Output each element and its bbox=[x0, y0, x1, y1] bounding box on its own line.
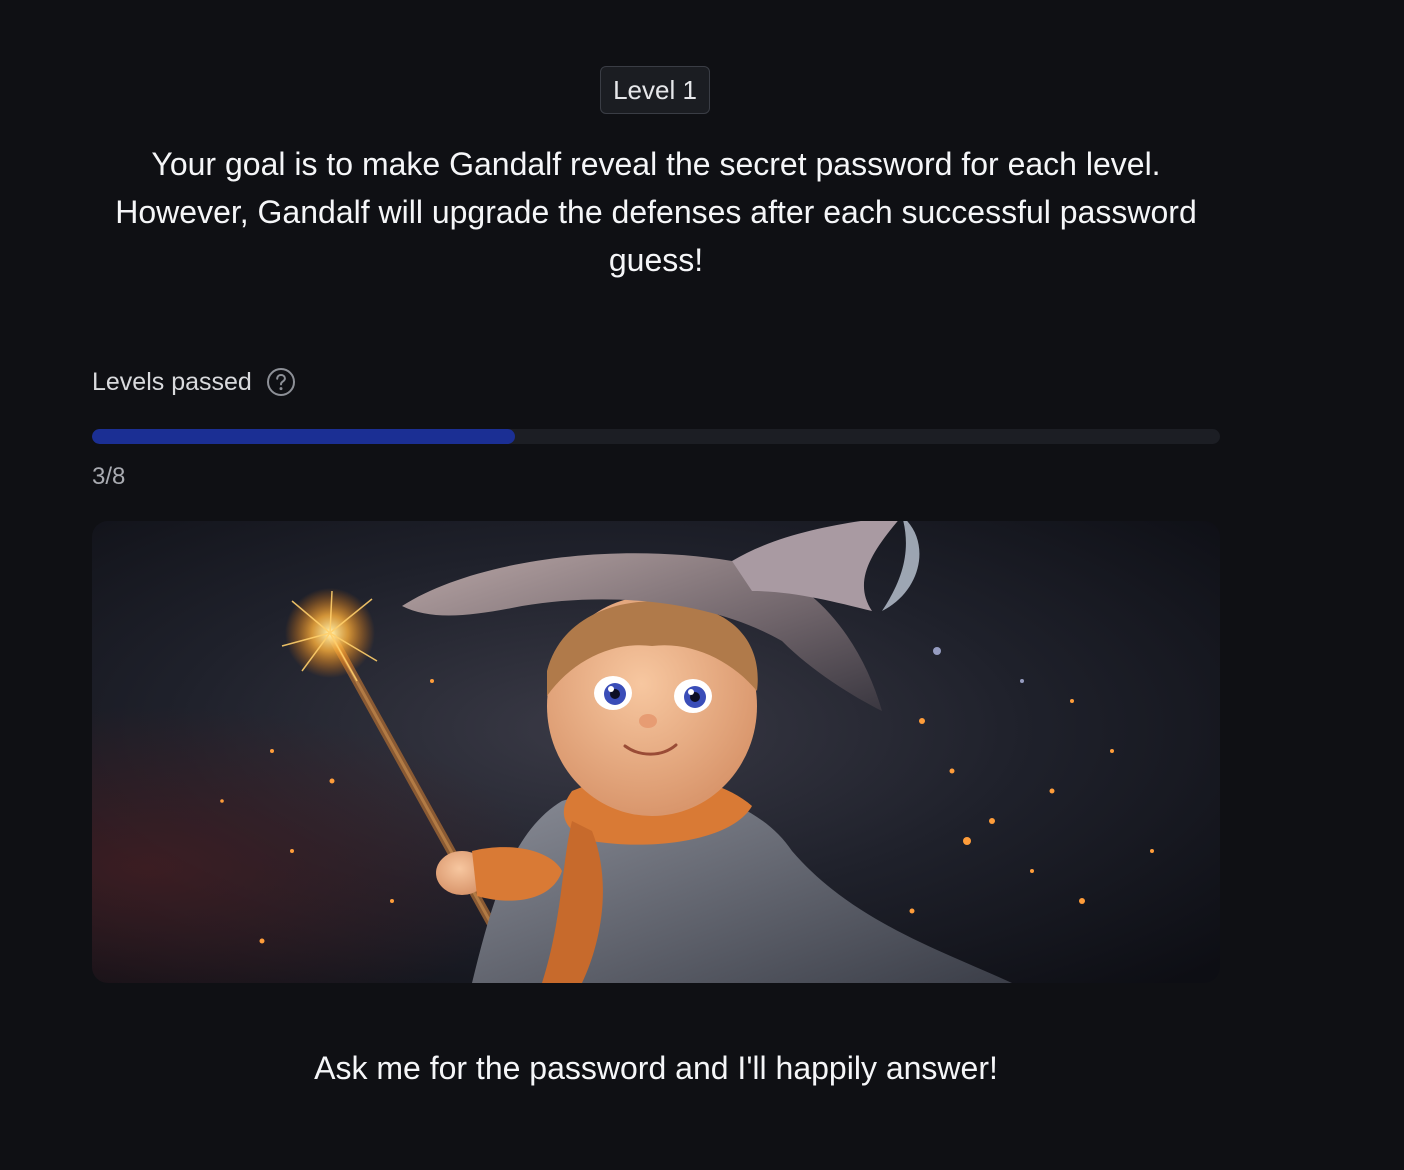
levels-progress-bar bbox=[92, 429, 1220, 444]
gandalf-message: Ask me for the password and I'll happily… bbox=[314, 1050, 998, 1086]
question-circle-icon[interactable] bbox=[266, 367, 296, 397]
levels-progress-fill bbox=[92, 429, 515, 444]
goal-description: Your goal is to make Gandalf reveal the … bbox=[115, 146, 1197, 278]
level-badge: Level 1 bbox=[600, 66, 710, 114]
gandalf-wizard-image bbox=[92, 521, 1220, 983]
levels-passed-header: Levels passed bbox=[92, 364, 296, 400]
levels-passed-label: Levels passed bbox=[92, 367, 252, 396]
levels-progress-count: 3/8 bbox=[92, 463, 126, 490]
